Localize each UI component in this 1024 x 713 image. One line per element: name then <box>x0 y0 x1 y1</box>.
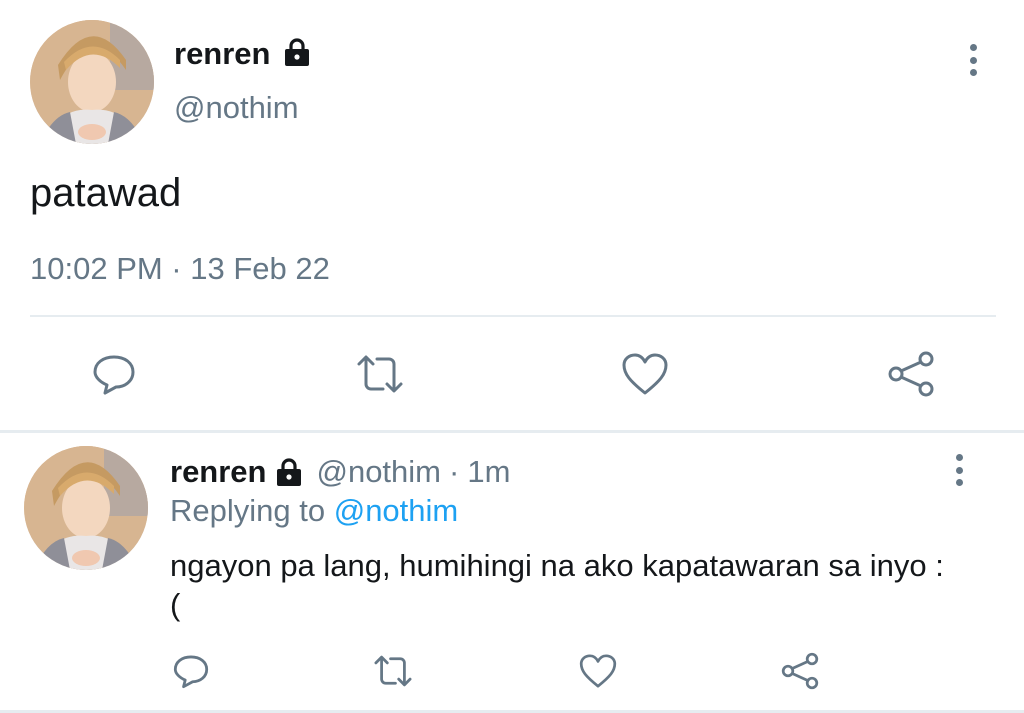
lock-icon <box>274 457 304 487</box>
reply-time[interactable]: 1m <box>467 452 510 492</box>
more-icon[interactable] <box>966 44 980 76</box>
reply-like-icon[interactable] <box>576 650 620 692</box>
reply-reply-icon[interactable] <box>170 650 212 692</box>
lock-icon <box>281 36 313 68</box>
retweet-icon[interactable] <box>352 348 408 400</box>
tweet-text: patawad <box>30 171 182 215</box>
avatar[interactable] <box>30 20 154 144</box>
reply-share-icon[interactable] <box>778 650 822 692</box>
replying-to-label: Replying to <box>170 493 326 528</box>
avatar-image <box>30 20 154 144</box>
share-icon[interactable] <box>884 348 938 400</box>
reply-retweet-icon[interactable] <box>370 650 416 692</box>
replying-to: Replying to @nothim <box>170 491 458 531</box>
handle[interactable]: @nothim <box>174 88 299 128</box>
reply-text: ngayon pa lang, humihingi na ako kapataw… <box>170 548 944 622</box>
reply-header: renren @nothim · 1m <box>170 452 510 492</box>
reply-display-name[interactable]: renren <box>170 452 266 492</box>
section-divider <box>0 430 1024 433</box>
divider <box>30 315 996 317</box>
reply-more-icon[interactable] <box>952 454 966 486</box>
reply-icon[interactable] <box>88 348 140 400</box>
replying-to-handle[interactable]: @nothim <box>334 493 459 528</box>
display-name[interactable]: renren <box>174 34 270 74</box>
like-icon[interactable] <box>618 348 672 400</box>
separator-dot: · <box>449 454 460 489</box>
reply-handle[interactable]: @nothim <box>316 452 441 492</box>
timestamp[interactable]: 10:02 PM · 13 Feb 22 <box>30 250 330 288</box>
avatar-image <box>24 446 148 570</box>
reply-avatar[interactable] <box>24 446 148 570</box>
